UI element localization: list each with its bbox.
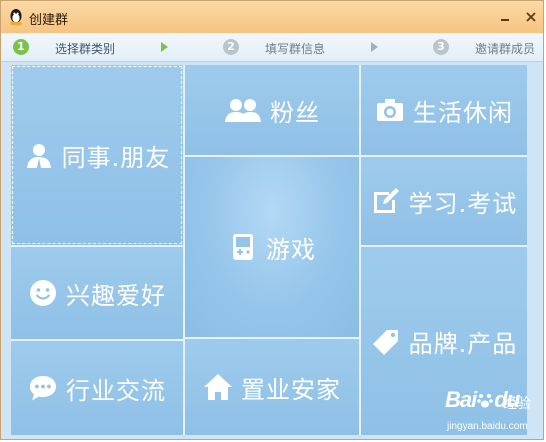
- category-label: 游戏: [266, 235, 316, 264]
- category-tile-industry[interactable]: 行业交流: [11, 341, 183, 435]
- person-icon: [26, 144, 51, 169]
- camera-icon: [377, 99, 403, 121]
- title-bar[interactable]: 创建群: [1, 1, 543, 33]
- window-title: 创建群: [29, 13, 69, 28]
- category-label: 品牌.产品: [408, 329, 518, 358]
- category-label: 行业交流: [66, 376, 166, 405]
- category-tile-realestate[interactable]: 置业安家: [185, 339, 359, 435]
- minimize-icon: [501, 19, 509, 21]
- category-tile-games[interactable]: 游戏: [185, 157, 359, 337]
- category-tile-hobbies[interactable]: 兴趣爱好: [11, 247, 183, 339]
- category-label: 生活休闲: [413, 98, 513, 127]
- step-arrow-icon: [161, 42, 168, 52]
- edit-icon: [373, 188, 399, 213]
- users-icon: [225, 99, 261, 122]
- step-1-number: 1: [13, 39, 29, 55]
- category-label: 置业安家: [241, 375, 341, 404]
- create-group-window: 创建群 1 选择群类别 2 填写群信息 3 邀请群成员 同事.朋友 粉丝 生活休…: [0, 0, 544, 440]
- step-progress-bar: 1 选择群类别 2 填写群信息 3 邀请群成员: [1, 33, 543, 62]
- step-2-number: 2: [223, 39, 239, 55]
- minimize-button[interactable]: [497, 10, 513, 24]
- category-label: 同事.朋友: [61, 143, 171, 172]
- baidu-jingyan-watermark: Bai du 经验 jingyan.baidu.com: [445, 387, 543, 439]
- category-grid: 同事.朋友 粉丝 生活休闲 游戏 学习.考试 兴趣爱好 品牌.产品 行业交流 置…: [11, 65, 527, 435]
- category-tile-coworkers[interactable]: 同事.朋友: [11, 65, 183, 245]
- step-1-label: 选择群类别: [55, 42, 116, 56]
- gamepad-icon: [233, 234, 253, 260]
- step-3-number: 3: [433, 39, 449, 55]
- step-arrow-icon: [371, 42, 378, 52]
- step-3-label: 邀请群成员: [475, 42, 536, 56]
- category-label: 学习.考试: [408, 189, 518, 218]
- category-tile-fans[interactable]: 粉丝: [185, 65, 359, 155]
- watermark-cn: 经验: [503, 396, 531, 412]
- smiley-icon: [30, 280, 56, 306]
- paw-icon: [477, 394, 494, 408]
- category-label: 兴趣爱好: [66, 281, 166, 310]
- house-icon: [204, 374, 232, 400]
- step-2-label: 填写群信息: [265, 42, 326, 56]
- category-tile-leisure[interactable]: 生活休闲: [361, 65, 527, 155]
- category-tile-study[interactable]: 学习.考试: [361, 157, 527, 245]
- close-icon: [526, 12, 536, 22]
- category-label: 粉丝: [270, 98, 320, 127]
- chat-icon: [30, 376, 56, 401]
- qq-penguin-icon: [10, 9, 22, 26]
- watermark-url: jingyan.baidu.com: [447, 421, 528, 432]
- close-button[interactable]: [523, 10, 539, 24]
- tag-icon: [372, 330, 398, 355]
